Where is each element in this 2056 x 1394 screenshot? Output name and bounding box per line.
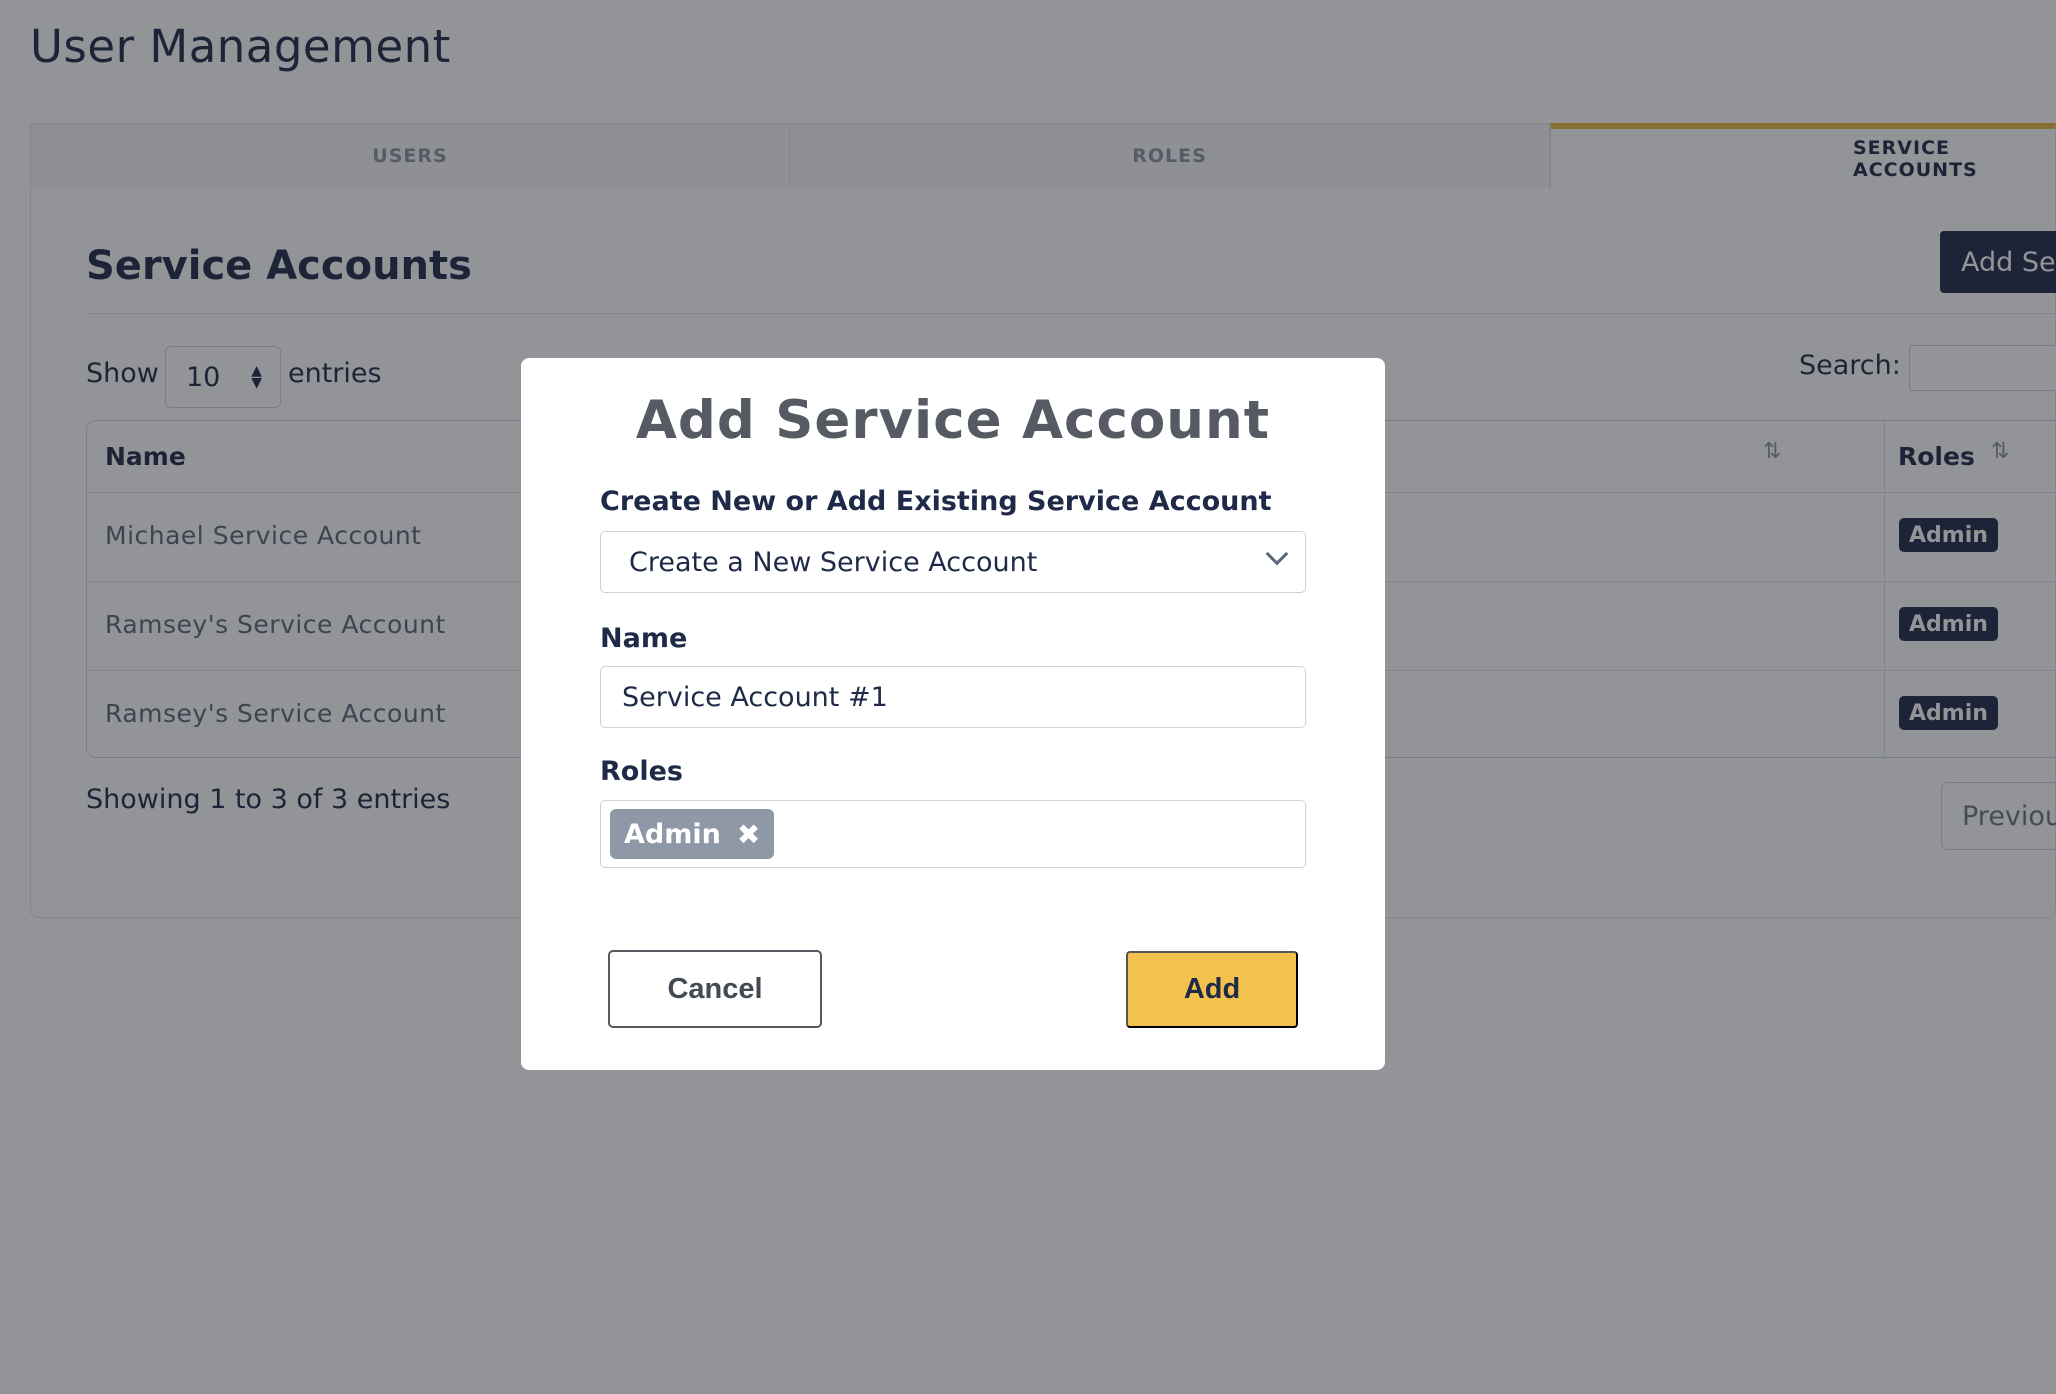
name-label: Name [600,623,688,654]
name-input[interactable] [600,666,1306,728]
modal-title: Add Service Account [635,390,1271,451]
account-mode-select[interactable]: Create a New Service Account [600,531,1306,593]
cancel-button[interactable]: Cancel [608,950,822,1028]
close-icon[interactable]: ✖ [737,818,760,851]
role-tag: Admin ✖ [610,809,775,859]
mode-select-value: Create a New Service Account [629,546,1038,578]
add-button[interactable]: Add [1126,951,1298,1028]
add-service-account-modal: Add Service Account Create New or Add Ex… [521,358,1385,1070]
chevron-down-icon [1265,542,1289,566]
roles-multiselect[interactable]: Admin ✖ [600,800,1306,868]
role-tag-label: Admin [624,818,721,850]
mode-label: Create New or Add Existing Service Accou… [600,486,1272,517]
roles-label: Roles [600,756,683,787]
